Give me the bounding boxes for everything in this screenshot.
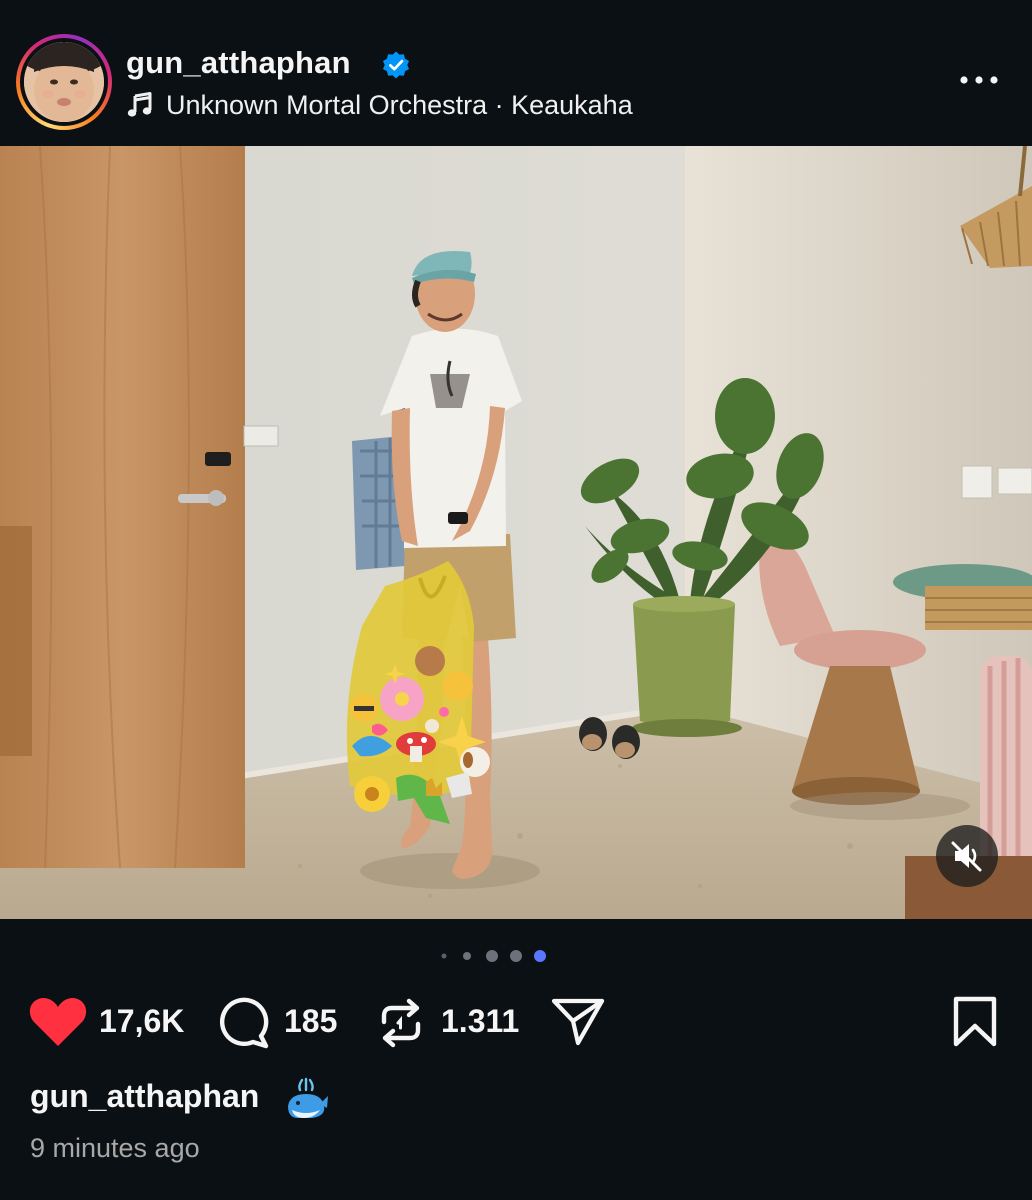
post-timestamp: 9 minutes ago <box>30 1133 200 1163</box>
avatar-photo <box>24 42 104 122</box>
likes-count[interactable]: 17,6K <box>99 1003 184 1040</box>
more-horizontal-icon[interactable] <box>956 70 1002 90</box>
caption-username[interactable]: gun_atthaphan <box>30 1078 259 1115</box>
post-media[interactable] <box>0 146 1032 919</box>
reposts-count[interactable]: 1.311 <box>441 1003 519 1040</box>
like-heart-icon[interactable] <box>28 996 88 1048</box>
carousel-dot <box>510 950 522 962</box>
repost-icon[interactable] <box>376 998 426 1048</box>
music-note-icon <box>127 92 152 117</box>
carousel-dot <box>463 952 471 960</box>
story-ring[interactable] <box>16 34 112 130</box>
share-send-icon[interactable] <box>550 996 606 1048</box>
verified-badge-icon <box>382 51 410 79</box>
post-username[interactable]: gun_atthaphan <box>126 45 351 81</box>
audio-attribution[interactable]: Unknown Mortal Orchestra · Keaukaha <box>166 90 633 121</box>
comments-count[interactable]: 185 <box>284 1003 337 1040</box>
comment-icon[interactable] <box>216 996 270 1050</box>
carousel-dot-active <box>534 950 546 962</box>
avatar[interactable] <box>24 42 104 122</box>
post-photo <box>0 146 1032 919</box>
bookmark-icon[interactable] <box>952 996 998 1048</box>
spouting-whale-emoji <box>288 1077 328 1118</box>
post-header: gun_atthaphan Unknown Mortal Orchestra ·… <box>0 0 1032 146</box>
carousel-dot <box>441 953 447 959</box>
mute-button[interactable] <box>936 825 998 887</box>
mute-icon <box>951 841 982 872</box>
carousel-dot <box>486 950 498 962</box>
carousel-indicator <box>441 950 546 962</box>
